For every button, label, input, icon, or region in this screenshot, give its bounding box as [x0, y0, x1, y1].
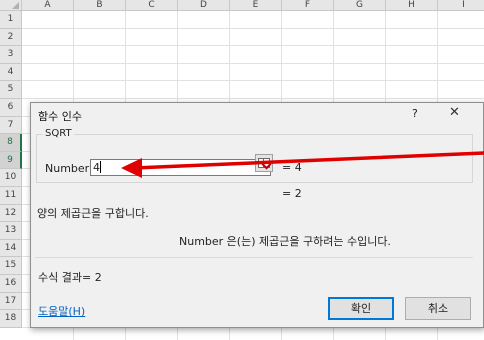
column-header-e[interactable]: E — [230, 0, 282, 11]
column-header-d[interactable]: D — [178, 0, 230, 11]
arg-evaluated-value: = 4 — [282, 161, 302, 174]
function-arguments-dialog: 함수 인수 ? ✕ SQRT Number 4 = 4 = 2 양의 제곱근을 … — [30, 102, 484, 328]
gridline-horizontal — [22, 98, 484, 99]
column-header-c[interactable]: C — [126, 0, 178, 11]
argument-description: Number 은(는) 제곱근을 구하려는 수입니다. — [179, 235, 391, 248]
number-arg-input[interactable]: 4 — [90, 159, 271, 176]
number-arg-label: Number — [45, 162, 90, 175]
row-header-7[interactable]: 7 — [0, 116, 22, 135]
gridline-horizontal — [22, 45, 484, 47]
column-header-a[interactable]: A — [22, 0, 74, 11]
row-header-14[interactable]: 14 — [0, 239, 22, 258]
row-header-12[interactable]: 12 — [0, 204, 22, 223]
row-header-2[interactable]: 2 — [0, 28, 22, 47]
row-header-5[interactable]: 5 — [0, 81, 22, 99]
column-header-i[interactable]: I — [438, 0, 484, 11]
row-header-8[interactable]: 8 — [0, 134, 22, 152]
row-header-1[interactable]: 1 — [0, 11, 22, 29]
number-arg-value: 4 — [93, 161, 100, 174]
cancel-button[interactable]: 취소 — [405, 297, 471, 320]
ok-button[interactable]: 확인 — [328, 297, 394, 320]
text-caret — [100, 161, 101, 173]
gridline-horizontal — [22, 62, 484, 64]
select-all-corner[interactable] — [0, 0, 22, 11]
function-description: 양의 제곱근을 구합니다. — [37, 207, 149, 220]
close-icon[interactable]: ✕ — [449, 105, 460, 120]
collapse-dialog-icon[interactable] — [255, 154, 273, 172]
help-link[interactable]: 도움말(H) — [38, 303, 85, 319]
row-header-15[interactable]: 15 — [0, 257, 22, 275]
gridline-horizontal — [22, 27, 484, 29]
row-header-10[interactable]: 10 — [0, 169, 22, 187]
row-header-18[interactable]: 18 — [0, 310, 22, 328]
row-header-3[interactable]: 3 — [0, 46, 22, 64]
function-name: SQRT — [43, 128, 74, 139]
column-header-f[interactable]: F — [282, 0, 334, 11]
dialog-title: 함수 인수 — [38, 110, 82, 123]
column-header-h[interactable]: H — [386, 0, 438, 11]
help-button[interactable]: ? — [412, 107, 418, 120]
row-header-17[interactable]: 17 — [0, 292, 22, 311]
gridline-horizontal — [22, 80, 484, 82]
function-evaluated-value: = 2 — [282, 187, 302, 200]
row-header-13[interactable]: 13 — [0, 222, 22, 240]
divider — [35, 257, 473, 258]
formula-result: 수식 결과= 2 — [38, 271, 102, 284]
column-header-g[interactable]: G — [334, 0, 386, 11]
row-header-11[interactable]: 11 — [0, 187, 22, 205]
column-header-b[interactable]: B — [74, 0, 126, 11]
row-header-6[interactable]: 6 — [0, 99, 22, 117]
row-header-16[interactable]: 16 — [0, 275, 22, 293]
row-header-9[interactable]: 9 — [0, 151, 22, 170]
row-header-4[interactable]: 4 — [0, 63, 22, 82]
